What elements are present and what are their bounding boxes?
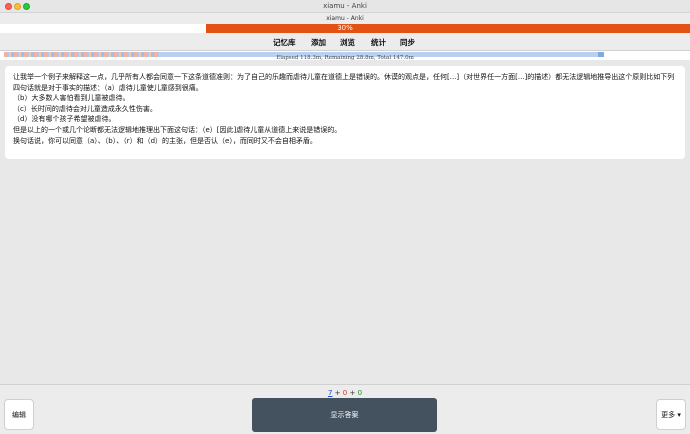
- more-button[interactable]: 更多 ▾: [656, 399, 686, 430]
- toolbar-add[interactable]: 添加: [311, 37, 326, 48]
- timeline-label: Elapsed 118.3m, Remaining 28.8m, Total 1…: [276, 55, 414, 61]
- progress-label: 30%: [337, 24, 353, 32]
- learn-count: 0: [342, 389, 348, 397]
- toolbar-decks[interactable]: 记忆库: [273, 37, 296, 48]
- card-paragraph: （c）长时间的虐待会对儿童造成永久性伤害。: [13, 104, 157, 113]
- window-title: xiamu - Anki: [323, 2, 367, 10]
- progress-bar: 30%: [0, 24, 690, 33]
- card-content: 让我举一个例子来解释这一点，几乎所有人都会同意一下这条道德准则：为了自己的乐趣而…: [5, 66, 685, 159]
- review-timeline: Elapsed 118.3m, Remaining 28.8m, Total 1…: [0, 50, 690, 61]
- plus-sign: +: [349, 389, 356, 397]
- window-subtitle: xiamu - Anki: [0, 13, 690, 24]
- bottom-bar: 7 + 0 + 0 编辑 显示答案 更多 ▾: [0, 384, 690, 434]
- plus-sign: +: [334, 389, 341, 397]
- card-paragraph: 换句话说，你可以同意（a）、（b）、（r）和（d）的主张，但是否认（e），而同时…: [13, 136, 317, 145]
- due-counts: 7 + 0 + 0: [0, 389, 690, 397]
- card-paragraph: （d）没有哪个孩子希望被虐待。: [13, 115, 116, 124]
- toolbar-browse[interactable]: 浏览: [340, 37, 355, 48]
- main-toolbar: 记忆库 添加 浏览 统计 同步: [0, 33, 690, 50]
- title-bar: xiamu - Anki: [0, 0, 690, 13]
- toolbar-sync[interactable]: 同步: [400, 37, 415, 48]
- edit-button[interactable]: 编辑: [4, 399, 34, 430]
- card-paragraph: （b）大多数人害怕看到儿童被虐待。: [13, 94, 130, 103]
- show-answer-button[interactable]: 显示答案: [252, 398, 437, 432]
- card-paragraph: 但是以上的一个或几个论断都无法逻辑地推理出下面这句话：（e）[因此]虐待儿童从道…: [13, 125, 342, 134]
- card-paragraph: 让我举一个例子来解释这一点，几乎所有人都会同意一下这条道德准则：为了自己的乐趣而…: [13, 73, 675, 92]
- toolbar-stats[interactable]: 统计: [371, 37, 386, 48]
- review-count: 0: [357, 389, 363, 397]
- new-count: 7: [327, 389, 333, 397]
